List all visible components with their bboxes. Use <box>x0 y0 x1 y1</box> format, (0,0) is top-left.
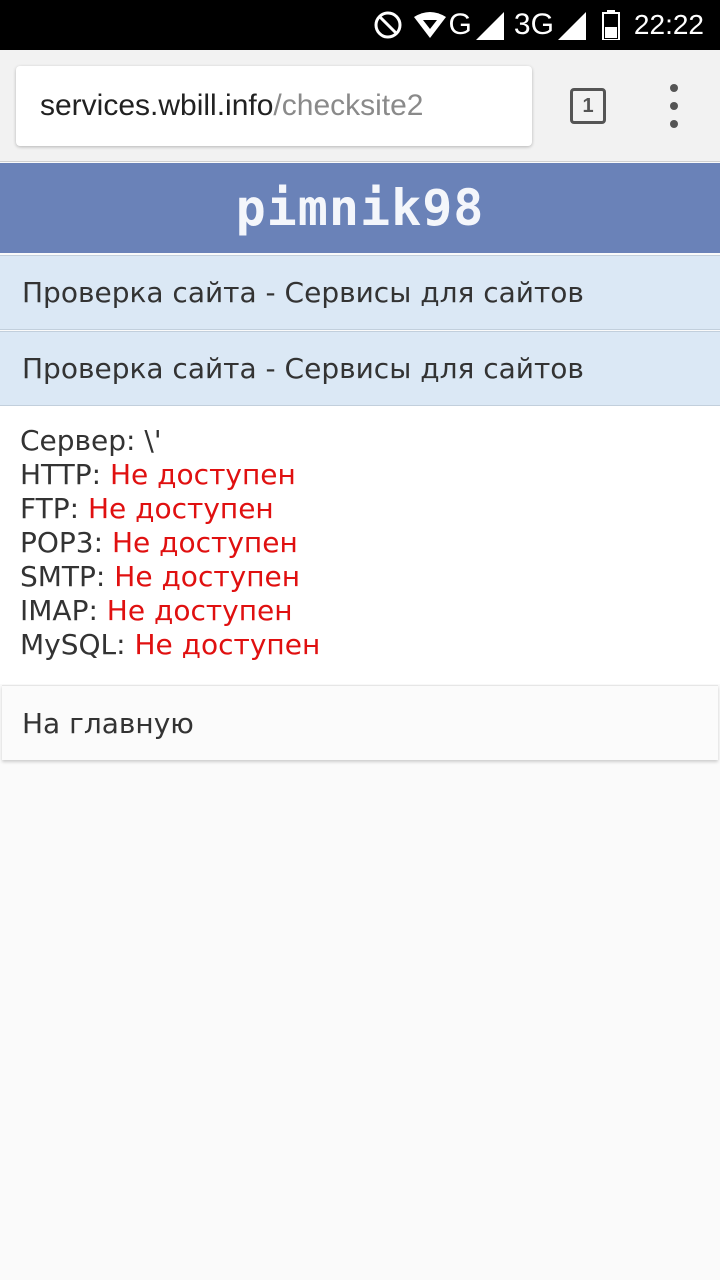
status-badge: Не доступен <box>87 492 274 525</box>
service-row-imap: IMAP: Не доступен <box>20 594 700 628</box>
service-label: SMTP: <box>20 560 106 593</box>
url-host: services.wbill.info <box>40 89 274 122</box>
service-row-pop3: POP3: Не доступен <box>20 526 700 560</box>
site-logo[interactable]: pimnik98 <box>236 179 485 237</box>
more-vert-icon[interactable] <box>660 84 688 128</box>
status-badge: Не доступен <box>111 526 298 559</box>
server-row: Сервер: \' <box>20 424 700 458</box>
browser-toolbar: services.wbill.info/checksite2 1 <box>0 50 720 162</box>
url-path: /checksite2 <box>273 89 424 122</box>
tab-switcher-button[interactable]: 1 <box>570 88 606 124</box>
server-label: Сервер: <box>20 424 136 457</box>
battery-icon <box>601 10 620 40</box>
network-type-label: 3G <box>513 8 554 41</box>
network-type-label: G <box>448 8 472 41</box>
home-link[interactable]: На главную <box>2 685 718 760</box>
service-label: FTP: <box>20 492 80 525</box>
breadcrumb: Проверка сайта - Сервисы для сайтов <box>0 255 720 330</box>
service-row-http: HTTP: Не доступен <box>20 458 700 492</box>
clock-label: 22:22 <box>633 9 704 40</box>
service-label: IMAP: <box>20 594 98 627</box>
status-bar: G 3G 22:22 <box>0 0 720 50</box>
tab-count: 1 <box>582 94 594 117</box>
status-badge: Не доступен <box>134 628 321 661</box>
breadcrumb-label: Проверка сайта - Сервисы для сайтов <box>22 276 584 309</box>
wifi-icon <box>413 11 447 39</box>
home-link-label: На главную <box>22 706 194 740</box>
check-results: Сервер: \' HTTP: Не доступен FTP: Не дос… <box>0 406 720 684</box>
server-value: \' <box>144 424 162 457</box>
signal-icon <box>556 10 586 40</box>
page-title-label: Проверка сайта - Сервисы для сайтов <box>22 352 584 385</box>
service-row-smtp: SMTP: Не доступен <box>20 560 700 594</box>
url-bar[interactable]: services.wbill.info/checksite2 <box>16 66 532 146</box>
site-header: pimnik98 <box>0 163 720 253</box>
do-not-disturb-icon <box>373 10 403 40</box>
service-label: HTTP: <box>20 458 102 491</box>
service-label: MySQL: <box>20 628 126 661</box>
page-title: Проверка сайта - Сервисы для сайтов <box>0 331 720 406</box>
signal-icon <box>474 10 504 40</box>
status-badge: Не доступен <box>110 458 296 491</box>
service-row-mysql: MySQL: Не доступен <box>20 628 700 662</box>
service-label: POP3: <box>20 526 104 559</box>
service-row-ftp: FTP: Не доступен <box>20 492 700 526</box>
status-badge: Не доступен <box>114 560 301 593</box>
status-badge: Не доступен <box>106 594 293 627</box>
